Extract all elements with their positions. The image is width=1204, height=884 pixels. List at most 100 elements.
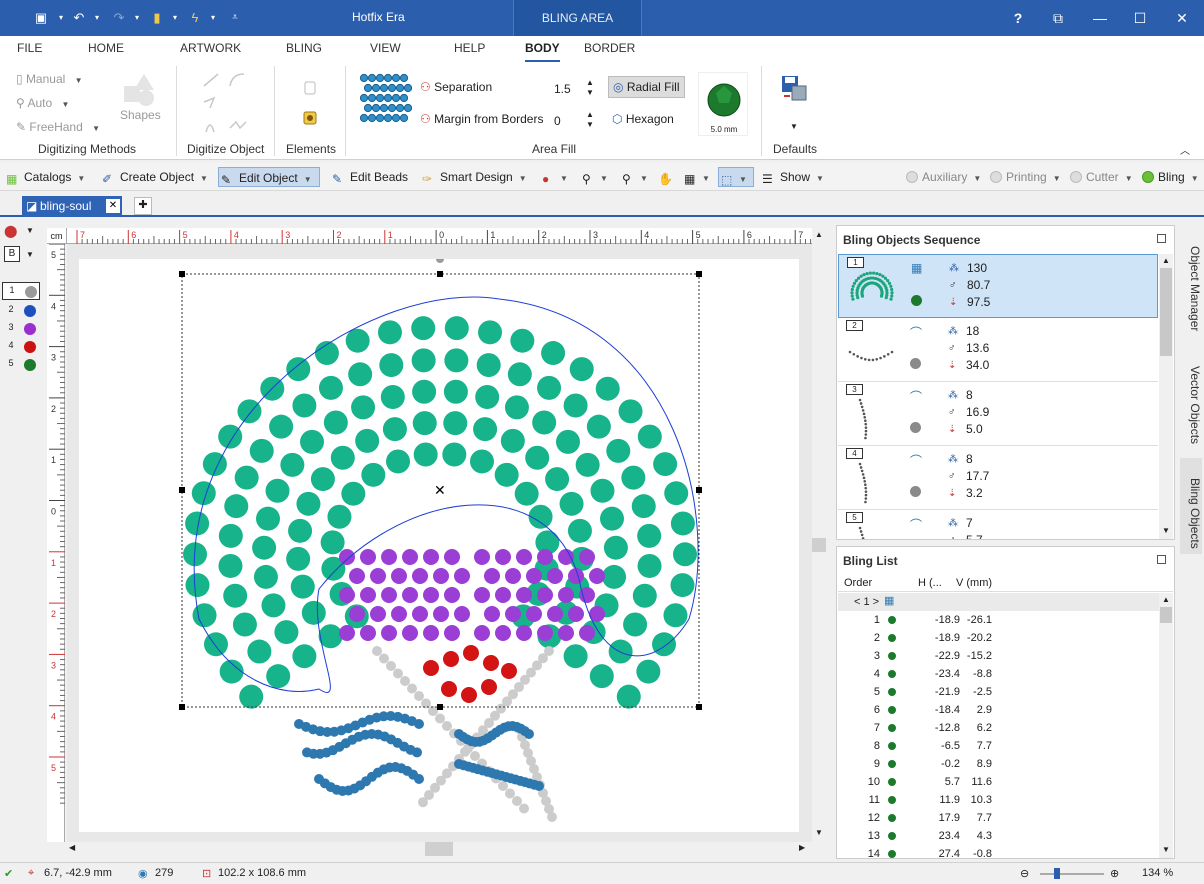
- hair-bead[interactable]: [280, 452, 305, 477]
- glasses-bead[interactable]: [370, 606, 386, 622]
- hair-bead[interactable]: [590, 478, 615, 503]
- glasses-bead[interactable]: [516, 549, 532, 565]
- hair-bead[interactable]: [510, 328, 535, 353]
- hair-bead[interactable]: [318, 375, 343, 400]
- glasses-bead[interactable]: [360, 625, 376, 641]
- clipboard-icon[interactable]: ▮: [148, 9, 166, 27]
- hair-bead[interactable]: [575, 452, 600, 477]
- hair-bead[interactable]: [632, 583, 657, 608]
- glasses-bead[interactable]: [474, 587, 490, 603]
- zoom-out-icon[interactable]: ⊖: [1020, 867, 1029, 880]
- hair-bead[interactable]: [670, 511, 695, 536]
- lips-bead[interactable]: [481, 679, 497, 695]
- horizontal-scrollbar[interactable]: ◀ ▶: [67, 842, 812, 856]
- hair-bead[interactable]: [274, 620, 299, 645]
- hair-bead[interactable]: [249, 438, 274, 463]
- lips-bead[interactable]: [463, 645, 479, 661]
- scroll-left-icon[interactable]: ◀: [69, 843, 75, 852]
- table-row[interactable]: 1 -18.9 -26.1: [838, 611, 1161, 629]
- hair-bead[interactable]: [323, 410, 348, 435]
- table-row[interactable]: 2 -18.9 -20.2: [838, 629, 1161, 647]
- sequence-item[interactable]: 4 ⌒ ⁂ 8 ♂ 17.7 ⇣ 3.2: [838, 446, 1158, 510]
- tab-vector-objects[interactable]: Vector Objects: [1180, 346, 1202, 446]
- hair-bead[interactable]: [567, 518, 592, 543]
- bow-bead[interactable]: [524, 729, 534, 739]
- hair-bead[interactable]: [292, 644, 317, 669]
- hair-bead[interactable]: [559, 491, 584, 516]
- zoom-fit-tool[interactable]: ⚲ ▼: [620, 167, 648, 187]
- element-frame-icon[interactable]: [302, 80, 318, 96]
- hair-bead[interactable]: [348, 362, 373, 387]
- hair-bead[interactable]: [382, 417, 407, 442]
- resize-handle[interactable]: [179, 271, 185, 277]
- ribbon-display-icon[interactable]: ⧉: [1038, 0, 1078, 36]
- chain-bead[interactable]: [414, 691, 424, 701]
- scroll-up-icon[interactable]: ▲: [1162, 595, 1170, 604]
- hair-bead[interactable]: [247, 639, 272, 664]
- hair-bead[interactable]: [288, 518, 313, 543]
- resize-handle[interactable]: [179, 704, 185, 710]
- hair-bead[interactable]: [192, 603, 217, 628]
- margin-spinner-icon[interactable]: ▲ ▼: [586, 110, 594, 130]
- tab-object-manager[interactable]: Object Manager: [1180, 226, 1202, 336]
- redo-dropdown-icon[interactable]: ▾: [128, 9, 146, 27]
- glasses-bead[interactable]: [391, 606, 407, 622]
- hair-bead[interactable]: [224, 494, 249, 519]
- hair-bead[interactable]: [413, 442, 438, 467]
- hair-bead[interactable]: [545, 467, 570, 492]
- glasses-bead[interactable]: [474, 625, 490, 641]
- glasses-bead[interactable]: [516, 625, 532, 641]
- area-fill-preview-icon[interactable]: [358, 70, 413, 126]
- chain-bead[interactable]: [421, 698, 431, 709]
- palette-bead-icon[interactable]: ⬤: [4, 224, 22, 240]
- hair-bead[interactable]: [269, 414, 294, 439]
- hair-bead[interactable]: [595, 376, 620, 401]
- glasses-bead[interactable]: [516, 587, 532, 603]
- glasses-bead[interactable]: [495, 549, 511, 565]
- sequence-item[interactable]: 3 ⌒ ⁂ 8 ♂ 16.9 ⇣ 5.0: [838, 382, 1158, 446]
- hair-bead[interactable]: [345, 328, 370, 353]
- hair-bead[interactable]: [351, 395, 376, 420]
- hair-bead[interactable]: [386, 449, 411, 474]
- glasses-bead[interactable]: [579, 549, 595, 565]
- chain-bead[interactable]: [512, 796, 522, 806]
- hair-bead[interactable]: [256, 506, 281, 531]
- lips-bead[interactable]: [443, 651, 459, 667]
- hair-bead[interactable]: [203, 632, 228, 657]
- hair-bead[interactable]: [494, 462, 519, 487]
- glasses-bead[interactable]: [339, 549, 355, 565]
- scroll-down-icon[interactable]: ▼: [815, 828, 823, 837]
- hair-bead[interactable]: [266, 664, 291, 689]
- glasses-bead[interactable]: [339, 625, 355, 641]
- scroll-up-icon[interactable]: ▲: [815, 230, 823, 239]
- hair-bead[interactable]: [475, 385, 500, 410]
- hair-bead[interactable]: [608, 639, 633, 664]
- tab-border[interactable]: BORDER: [584, 41, 635, 55]
- hair-bead[interactable]: [443, 379, 468, 404]
- chain-bead[interactable]: [386, 661, 396, 671]
- redo-icon[interactable]: ↷: [110, 9, 128, 27]
- chain-bead[interactable]: [407, 683, 417, 694]
- element-bead-icon[interactable]: [302, 110, 318, 126]
- hair-bead[interactable]: [341, 481, 366, 506]
- tab-help[interactable]: HELP: [454, 41, 485, 55]
- hair-bead[interactable]: [618, 399, 643, 424]
- chain-bead[interactable]: [505, 788, 515, 799]
- glasses-bead[interactable]: [412, 568, 428, 584]
- chain-bead[interactable]: [393, 668, 403, 679]
- glasses-bead[interactable]: [339, 587, 355, 603]
- hair-bead[interactable]: [652, 632, 677, 657]
- catalogs-button[interactable]: ▦ Catalogs ▼: [4, 167, 85, 187]
- cutter-toggle[interactable]: Cutter ▼: [1070, 167, 1133, 187]
- table-row[interactable]: 12 17.9 7.7: [838, 809, 1161, 827]
- hair-bead[interactable]: [541, 341, 566, 366]
- help-icon[interactable]: ?: [998, 0, 1038, 36]
- glasses-bead[interactable]: [433, 568, 449, 584]
- glasses-bead[interactable]: [381, 587, 397, 603]
- hair-bead[interactable]: [239, 684, 264, 709]
- hair-bead[interactable]: [330, 445, 355, 470]
- glasses-bead[interactable]: [558, 587, 574, 603]
- printing-toggle[interactable]: Printing ▼: [990, 167, 1061, 187]
- hair-bead[interactable]: [473, 417, 498, 442]
- hair-bead[interactable]: [606, 438, 631, 463]
